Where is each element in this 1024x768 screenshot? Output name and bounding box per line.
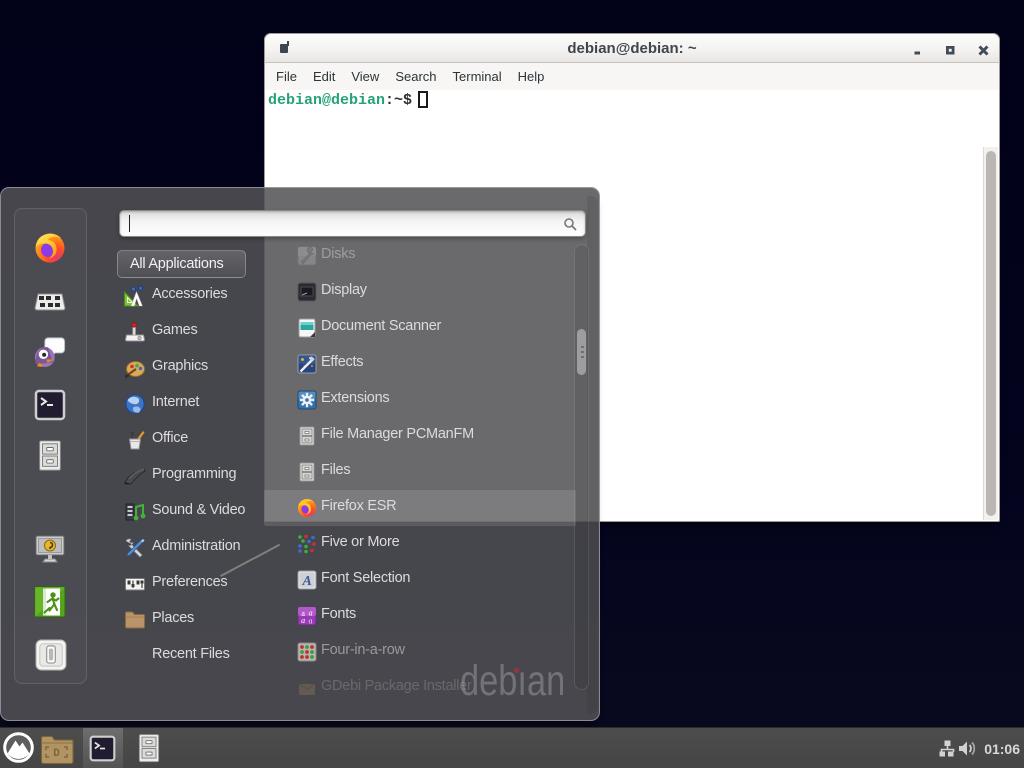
svg-text:D: D [53, 748, 60, 760]
svg-text:A: A [301, 574, 311, 589]
svg-text:ɑ: ɑ [309, 617, 313, 626]
svg-text:a: a [301, 616, 305, 625]
